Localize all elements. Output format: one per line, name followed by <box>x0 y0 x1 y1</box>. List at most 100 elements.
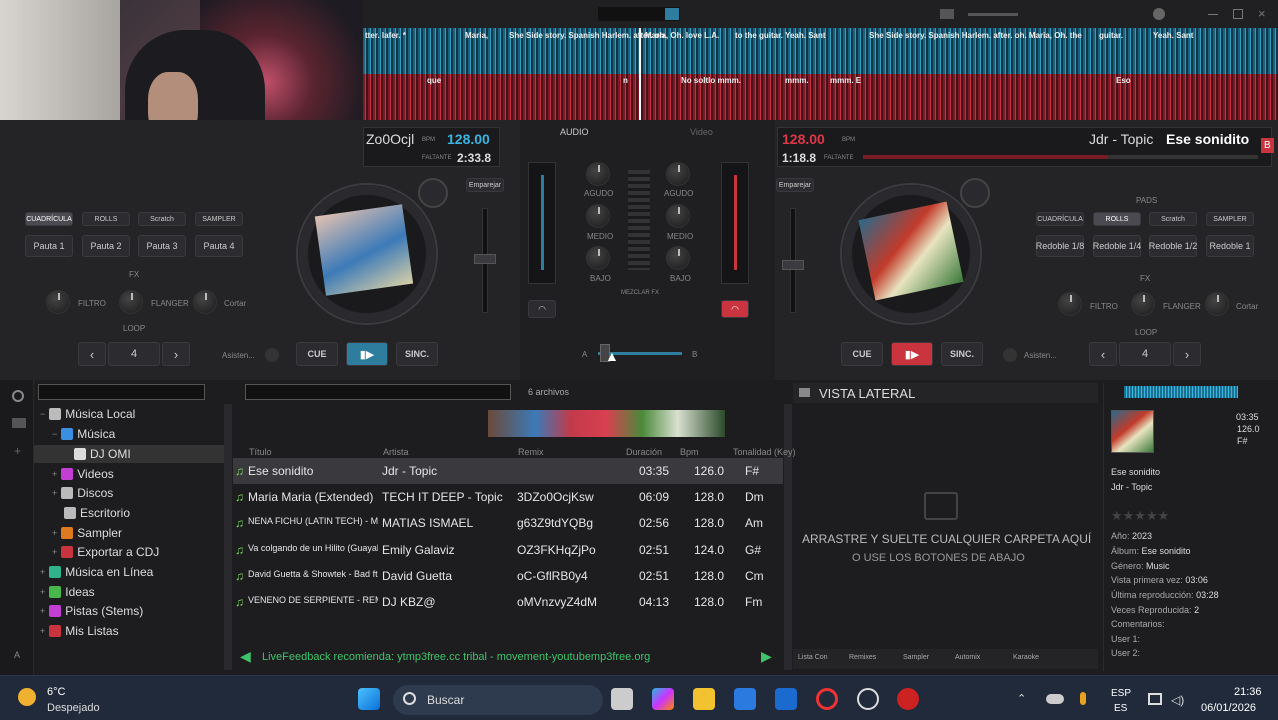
feedback-prev-icon[interactable]: ◀ <box>240 648 251 665</box>
pad-tab-rolls[interactable]: ROLLS <box>82 212 130 226</box>
tree-item[interactable]: Escritorio <box>64 506 130 520</box>
copilot-icon[interactable] <box>652 688 674 710</box>
eq-high-b-knob[interactable] <box>666 162 690 186</box>
pad-tab-rolls[interactable]: ROLLS <box>1093 212 1141 226</box>
sideview-side-tab[interactable] <box>784 404 792 670</box>
task-view-icon[interactable] <box>611 688 633 710</box>
clock-time[interactable]: 21:36 <box>1234 686 1262 698</box>
windows-start-icon[interactable] <box>358 688 380 710</box>
info-user1[interactable]: User 1: <box>1111 634 1140 644</box>
tab-video[interactable]: Video <box>690 127 713 137</box>
loop-size[interactable]: 4 <box>108 342 160 366</box>
master-volume-slider[interactable] <box>968 13 1018 16</box>
column-header-remix[interactable]: Remix <box>518 447 544 457</box>
pitch-match-button[interactable]: Emparejar <box>466 178 504 192</box>
headphones-b-icon[interactable]: ◠ <box>721 300 749 318</box>
livefeedback-text[interactable]: LiveFeedback recomienda: ytmp3free.cc tr… <box>262 651 650 663</box>
tree-item[interactable]: + Ideas <box>40 585 95 599</box>
sync-button[interactable]: SINC. <box>396 342 438 366</box>
tree-item[interactable]: + Exportar a CDJ <box>52 545 159 559</box>
tree-item[interactable]: + Música en Línea <box>40 565 153 579</box>
eq-low-b-knob[interactable] <box>666 246 690 270</box>
tab-audio[interactable]: AUDIO <box>560 127 589 137</box>
cut-knob[interactable] <box>1205 292 1229 316</box>
table-row[interactable]: ♫ David Guetta & Showtek - Bad ft.V... D… <box>233 563 783 589</box>
info-comments[interactable]: Comentarios: <box>1111 619 1165 629</box>
tree-item[interactable]: + Mis Listas <box>40 624 119 638</box>
waveform-deck-b[interactable] <box>363 74 1278 120</box>
chevron-up-icon[interactable]: ⌃ <box>1017 692 1026 705</box>
channel-fader-a[interactable] <box>528 162 556 284</box>
maximize-icon[interactable] <box>1233 9 1243 19</box>
pad-tab-grid[interactable]: CUADRÍCULA <box>25 212 73 226</box>
microphone-icon[interactable] <box>1080 692 1086 705</box>
play-pause-button[interactable]: ▮▶ <box>891 342 933 366</box>
table-row[interactable]: ♫ NENA FICHU (LATIN TECH) - Mati... MATI… <box>233 510 783 536</box>
loop-next-button[interactable]: › <box>1173 342 1201 366</box>
flanger-knob[interactable] <box>1131 292 1155 316</box>
column-header-duration[interactable]: Duración <box>626 447 662 457</box>
channel-fader-b[interactable] <box>721 162 749 284</box>
outlook-icon[interactable] <box>775 688 797 710</box>
sync-button[interactable]: SINC. <box>941 342 983 366</box>
pad-tab-sampler[interactable]: SAMPLER <box>195 212 243 226</box>
column-header-title[interactable]: Título <box>249 447 272 457</box>
pad-button[interactable]: Redoble 1 <box>1206 235 1254 257</box>
table-row[interactable]: ♫ Ese sonidito Jdr - Topic 03:35 126.0 F… <box>233 458 783 484</box>
search-icon[interactable] <box>12 390 24 402</box>
column-header-key[interactable]: Tonalidad (Key) <box>733 447 796 457</box>
info-user2[interactable]: User 2: <box>1111 648 1140 658</box>
pad-button[interactable]: Pauta 1 <box>25 235 73 257</box>
rating-stars[interactable]: ★★★★★ <box>1111 508 1169 524</box>
pad-button[interactable]: Pauta 2 <box>82 235 130 257</box>
tab-karaoke[interactable]: Karaoke <box>1013 654 1039 661</box>
headphones-a-icon[interactable]: ◠ <box>528 300 556 318</box>
column-header-artist[interactable]: Artista <box>383 447 409 457</box>
search-input[interactable] <box>38 384 205 400</box>
pad-button[interactable]: Pauta 4 <box>195 235 243 257</box>
assist-toggle[interactable] <box>265 348 279 362</box>
pad-button[interactable]: Pauta 3 <box>138 235 186 257</box>
flanger-knob[interactable] <box>119 290 143 314</box>
pad-tab-scratch[interactable]: Scratch <box>1149 212 1197 226</box>
weather-temp[interactable]: 6°C <box>47 686 65 698</box>
file-explorer-icon[interactable] <box>693 688 715 710</box>
volume-icon[interactable]: ◁) <box>1171 693 1184 707</box>
loop-prev-button[interactable]: ‹ <box>78 342 106 366</box>
cut-knob[interactable] <box>193 290 217 314</box>
taskbar-search[interactable]: Buscar <box>393 685 603 715</box>
table-row[interactable]: ♫ VENENO DE SERPIENTE - REMI... DJ KBZ@ … <box>233 589 783 615</box>
close-icon[interactable]: × <box>1258 6 1266 21</box>
opera-icon[interactable] <box>816 688 838 710</box>
tab-lista-con[interactable]: Lista Con <box>798 654 828 661</box>
gear-icon[interactable] <box>1153 8 1165 20</box>
feedback-next-icon[interactable]: ▶ <box>761 648 772 665</box>
pad-tab-scratch[interactable]: Scratch <box>138 212 186 226</box>
tree-item[interactable]: − Música Local <box>40 407 135 421</box>
tab-remixes[interactable]: Remixes <box>849 654 876 661</box>
cue-button[interactable]: CUE <box>296 342 338 366</box>
pad-tab-sampler[interactable]: SAMPLER <box>1206 212 1254 226</box>
store-icon[interactable] <box>734 688 756 710</box>
pad-button[interactable]: Redoble 1/4 <box>1093 235 1141 257</box>
filter-input[interactable] <box>245 384 511 400</box>
table-row[interactable]: ♫ Maria Maria (Extended) TECH IT DEEP - … <box>233 484 783 510</box>
pad-button[interactable]: Redoble 1/8 <box>1036 235 1084 257</box>
eq-mid-b-knob[interactable] <box>666 204 690 228</box>
add-icon[interactable]: + <box>14 444 21 458</box>
folder-icon[interactable] <box>12 418 26 428</box>
layout-icon[interactable] <box>665 8 679 20</box>
tree-item[interactable]: − Música <box>52 427 115 441</box>
tab-sampler[interactable]: Sampler <box>903 654 929 661</box>
language-code[interactable]: ESP <box>1111 688 1131 699</box>
tree-item[interactable]: + Sampler <box>52 526 122 540</box>
weather-desc[interactable]: Despejado <box>47 702 100 714</box>
speaker-icon[interactable] <box>940 9 954 19</box>
eq-low-a-knob[interactable] <box>586 246 610 270</box>
filter-knob[interactable] <box>46 290 70 314</box>
network-icon[interactable] <box>1148 693 1162 705</box>
eq-high-a-knob[interactable] <box>586 162 610 186</box>
cloud-icon[interactable] <box>1046 694 1064 704</box>
pitch-fader-handle[interactable] <box>782 260 804 270</box>
tree-item[interactable]: + Pistas (Stems) <box>40 604 143 618</box>
